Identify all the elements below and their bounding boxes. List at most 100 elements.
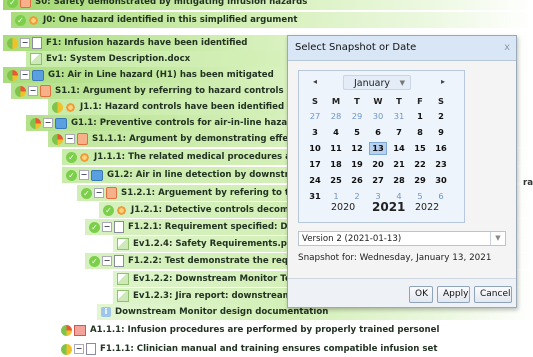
version-value: Version 2 (2021-01-13): [302, 234, 402, 244]
tree-row-label: J1.1: Hazard controls have been identifi…: [80, 102, 313, 112]
calendar-day[interactable]: 30: [432, 174, 450, 187]
calendar-day[interactable]: 30: [369, 110, 387, 123]
year-current[interactable]: 2021: [372, 200, 405, 214]
status-pie-icon: [61, 343, 72, 355]
strategy-icon: [20, 0, 31, 8]
calendar-day[interactable]: 27: [306, 110, 324, 123]
calendar-day[interactable]: 3: [306, 126, 324, 139]
tree-row-label: S1.2.1: Arguement by refering to the re: [121, 188, 315, 198]
weekday-header: M: [331, 96, 341, 106]
tree-row-label: S0: Safety demonstrated by mitigating in…: [35, 0, 308, 7]
status-pie-icon: [7, 37, 18, 49]
tree-row-label: F1: Infusion hazards have been identifie…: [46, 38, 248, 48]
collapse-toggle-icon[interactable]: −: [28, 86, 38, 96]
month-label: January: [354, 78, 391, 89]
weekday-header: S: [438, 96, 444, 106]
next-month-icon[interactable]: ▸: [441, 77, 445, 86]
status-pie-icon: [15, 85, 26, 97]
calendar-day[interactable]: 16: [432, 142, 450, 155]
calendar-day[interactable]: 17: [306, 158, 324, 171]
calendar-day[interactable]: 10: [306, 142, 324, 155]
calendar-day[interactable]: 5: [348, 126, 366, 139]
calendar-day[interactable]: 1: [411, 110, 429, 123]
status-pie-icon: [52, 101, 63, 113]
strategy-icon: [77, 133, 88, 145]
calendar-day[interactable]: 31: [306, 190, 324, 203]
calendar-day[interactable]: 2: [432, 110, 450, 123]
tree-row-label: F1.2.1: Requirement specified: Dow: [128, 222, 302, 232]
strategy-icon: [106, 187, 117, 199]
tree-row[interactable]: ✓ S0: Safety demonstrated by mitigating i…: [0, 0, 533, 10]
collapse-toggle-icon[interactable]: −: [20, 38, 30, 48]
year-prev[interactable]: 2020: [331, 202, 355, 213]
collapse-toggle-icon[interactable]: −: [79, 170, 89, 180]
collapse-toggle-icon[interactable]: −: [20, 70, 30, 80]
calendar-day[interactable]: 8: [411, 126, 429, 139]
chevron-down-icon: ▼: [490, 232, 505, 245]
calendar-day[interactable]: 24: [306, 174, 324, 187]
month-select[interactable]: January ▼: [343, 75, 411, 90]
calendar-day[interactable]: 25: [327, 174, 345, 187]
info-icon: i: [101, 307, 111, 317]
tree-row[interactable]: − F1.1.1: Clinician manual and training e…: [0, 341, 533, 357]
calendar-day[interactable]: 21: [390, 158, 408, 171]
calendar-day[interactable]: 27: [369, 174, 387, 187]
calendar-day[interactable]: 15: [411, 142, 429, 155]
goal-icon: [91, 169, 103, 181]
tree-row-label: Ev1.2.2: Downstream Monitor Te: [133, 274, 291, 284]
year-next[interactable]: 2022: [415, 202, 439, 213]
calendar-day[interactable]: 6: [369, 126, 387, 139]
calendar-day[interactable]: 9: [432, 126, 450, 139]
tree-row-label: F1.1.1: Clinician manual and training en…: [100, 344, 438, 354]
collapse-toggle-icon[interactable]: −: [74, 344, 84, 354]
truncated-text: rain: [523, 178, 533, 188]
tree-row-label: S1.1.1: Argument by demonstrating effect…: [92, 134, 312, 144]
calendar-day[interactable]: 14: [390, 142, 408, 155]
strategy-icon: [40, 85, 51, 97]
check-circle-icon: ✓: [81, 187, 92, 199]
calendar-day[interactable]: 28: [327, 110, 345, 123]
collapse-toggle-icon[interactable]: −: [43, 118, 53, 128]
collapse-toggle-icon[interactable]: −: [102, 256, 112, 266]
tree-row-label: G1.2: Air in line detection by downstrea…: [107, 170, 310, 180]
calendar-day[interactable]: 20: [369, 158, 387, 171]
evidence-icon: [30, 53, 42, 65]
tree-row-label: S1.1: Argument by referring to hazard co…: [55, 86, 284, 96]
tree-row-label: J1.2.1: Detective controls decompo: [131, 205, 301, 215]
apply-button[interactable]: Apply: [437, 286, 470, 303]
calendar-day[interactable]: 4: [327, 126, 345, 139]
calendar-day[interactable]: 11: [327, 142, 345, 155]
prev-month-icon[interactable]: ◂: [313, 77, 317, 86]
calendar-day[interactable]: 26: [348, 174, 366, 187]
evidence-icon: [117, 290, 129, 302]
tree-row-label: Ev1: System Description.docx: [46, 54, 191, 64]
calendar-day[interactable]: 23: [432, 158, 450, 171]
calendar-day[interactable]: 28: [390, 174, 408, 187]
tree-row-label: J1.1.1: The related medical procedures a…: [94, 152, 296, 162]
tree-row[interactable]: ✓ J0: One hazard identified in this simpl…: [0, 12, 533, 28]
calendar-day[interactable]: 19: [348, 158, 366, 171]
calendar-day[interactable]: 29: [411, 174, 429, 187]
tree-row[interactable]: A1.1.1: Infusion procedures are performe…: [0, 322, 533, 338]
weekday-header: T: [396, 96, 402, 106]
version-select[interactable]: Version 2 (2021-01-13) ▼: [298, 231, 506, 246]
calendar-day[interactable]: 29: [348, 110, 366, 123]
ok-button[interactable]: OK: [409, 286, 433, 303]
cancel-button[interactable]: Cancel: [474, 286, 512, 303]
calendar-day[interactable]: 12: [348, 142, 366, 155]
calendar-day[interactable]: 31: [390, 110, 408, 123]
check-circle-icon: ✓: [103, 204, 114, 216]
calendar-day[interactable]: 18: [327, 158, 345, 171]
check-circle-icon: ✓: [66, 169, 77, 181]
document-icon: [86, 343, 96, 355]
collapse-toggle-icon[interactable]: −: [65, 134, 75, 144]
collapse-toggle-icon[interactable]: −: [102, 222, 112, 232]
tree-row-label: G1: Air in Line hazard (H1) has been mit…: [48, 70, 274, 80]
tree-row-label: G1.1: Preventive controls for air-in-lin…: [71, 118, 307, 128]
collapse-toggle-icon[interactable]: −: [94, 188, 104, 198]
calendar-day[interactable]: 7: [390, 126, 408, 139]
selected-day[interactable]: 13: [369, 142, 387, 155]
close-icon[interactable]: x: [504, 36, 510, 60]
document-icon: [114, 255, 124, 267]
calendar-day[interactable]: 22: [411, 158, 429, 171]
